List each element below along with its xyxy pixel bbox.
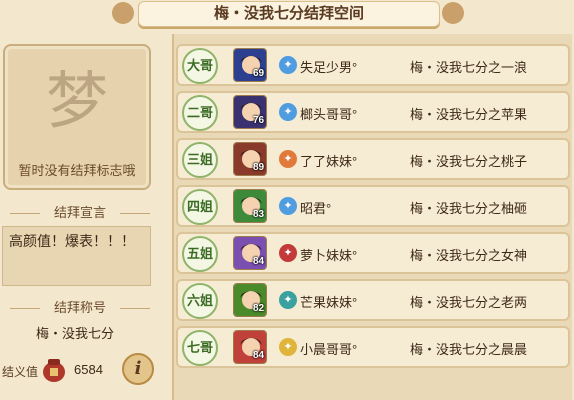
flame-icon: ✦ <box>279 150 297 168</box>
member-row[interactable]: 七哥 84 ✦ 小晨哥哥° 梅・没我七分之晨晨 <box>176 326 570 368</box>
member-row[interactable]: 五姐 84 ✦ 萝卜妹妹° 梅・没我七分之女神 <box>176 232 570 274</box>
member-title: 梅・没我七分之女神 <box>410 248 528 263</box>
member-name: 萝卜妹妹° <box>300 248 358 263</box>
level-number: 89 <box>253 162 265 173</box>
left-panel: 梦 暂时没有结拜标志哦 结拜宣言 高颜值！爆表！！！ 结拜称号 梅・没我七分 <box>0 34 160 400</box>
jieyi-value: 6584 <box>74 362 103 377</box>
declaration-heading: 结拜宣言 <box>0 204 160 222</box>
member-title: 梅・没我七分之桃子 <box>410 154 528 169</box>
brotherhood-window: 梅・没我七分结拜空间 梦 暂时没有结拜标志哦 结拜宣言 高颜值！爆表！！！ 结拜… <box>0 0 574 400</box>
title-heading: 结拜称号 <box>0 299 160 317</box>
rank-badge: 四姐 <box>182 189 218 225</box>
member-name: 了了妹妹° <box>300 154 358 169</box>
member-title: 梅・没我七分之老两 <box>410 295 528 310</box>
water-icon: ✦ <box>279 291 297 309</box>
member-row[interactable]: 二哥 76 ✦ 榔头哥哥° 梅・没我七分之苹果 <box>176 91 570 133</box>
member-name: 芒果妹妹° <box>300 295 358 310</box>
jieyi-row: 结义值 6584 i <box>2 353 158 389</box>
rank-badge: 大哥 <box>182 48 218 84</box>
rank-label: 大哥 <box>186 58 213 73</box>
level-number: 76 <box>253 115 265 126</box>
rank-label: 二哥 <box>186 105 213 120</box>
member-row[interactable]: 六姐 82 ✦ 芒果妹妹° 梅・没我七分之老两 <box>176 279 570 321</box>
declaration-box[interactable]: 高颜值！爆表！！！ <box>2 226 151 286</box>
wind-icon: ✦ <box>279 103 297 121</box>
rank-badge: 五姐 <box>182 236 218 272</box>
member-title: 梅・没我七分之柚砸 <box>410 201 528 216</box>
emblem-placeholder-text: 暂时没有结拜标志哦 <box>18 163 136 178</box>
declaration-text: 高颜值！爆表！！！ <box>9 233 135 249</box>
rank-badge: 三姐 <box>182 142 218 178</box>
sun-icon: ✦ <box>279 338 297 356</box>
rank-label: 四姐 <box>186 199 213 214</box>
level-number: 83 <box>253 209 265 220</box>
rank-label: 六姐 <box>186 293 213 308</box>
level-number: 69 <box>253 68 265 79</box>
member-name: 昭君° <box>300 201 332 216</box>
info-button[interactable]: i <box>122 353 154 385</box>
wind-icon: ✦ <box>279 56 297 74</box>
rank-label: 五姐 <box>186 246 213 261</box>
rank-label: 七哥 <box>186 340 213 355</box>
flower-icon: ✦ <box>279 244 297 262</box>
emblem-placeholder-icon: 梦 <box>45 64 108 137</box>
level-number: 84 <box>253 256 265 267</box>
member-row[interactable]: 大哥 69 ✦ 失足少男° 梅・没我七分之一浪 <box>176 44 570 86</box>
member-name: 失足少男° <box>300 60 358 75</box>
wine-jar-icon <box>43 359 65 382</box>
member-title: 梅・没我七分之晨晨 <box>410 342 528 357</box>
ornament-right-icon <box>442 2 464 24</box>
ornament-left-icon <box>112 2 134 24</box>
emblem-box[interactable]: 梦 暂时没有结拜标志哦 <box>3 44 151 190</box>
rank-badge: 六姐 <box>182 283 218 319</box>
level-number: 82 <box>253 303 265 314</box>
member-row[interactable]: 四姐 83 ✦ 昭君° 梅・没我七分之柚砸 <box>176 185 570 227</box>
member-name: 榔头哥哥° <box>300 107 358 122</box>
rank-badge: 二哥 <box>182 95 218 131</box>
level-number: 84 <box>253 350 265 361</box>
wind-icon: ✦ <box>279 197 297 215</box>
member-title: 梅・没我七分之苹果 <box>410 107 528 122</box>
window-title: 梅・没我七分结拜空间 <box>138 1 440 27</box>
member-list: 大哥 69 ✦ 失足少男° 梅・没我七分之一浪 二哥 76 ✦ 榔头哥哥° 梅・… <box>172 34 572 400</box>
member-name: 小晨哥哥° <box>300 342 358 357</box>
member-row[interactable]: 三姐 89 ✦ 了了妹妹° 梅・没我七分之桃子 <box>176 138 570 180</box>
brotherhood-title: 梅・没我七分 <box>35 326 114 341</box>
member-title: 梅・没我七分之一浪 <box>410 60 528 75</box>
rank-badge: 七哥 <box>182 330 218 366</box>
jieyi-label: 结义值 <box>2 365 39 379</box>
rank-label: 三姐 <box>186 152 213 167</box>
